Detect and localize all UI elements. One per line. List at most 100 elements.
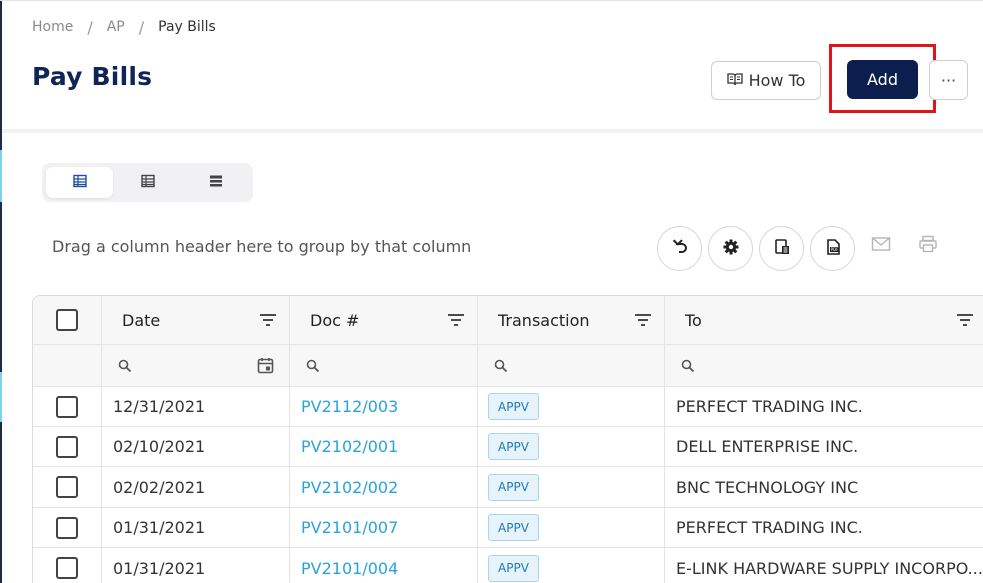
filter-icon[interactable] <box>259 313 277 327</box>
table-row[interactable]: 02/10/2021 PV2102/001 APPV DELL ENTERPRI… <box>33 427 983 467</box>
transaction-cell: APPV <box>478 427 665 466</box>
breadcrumb-ap[interactable]: AP <box>107 19 125 35</box>
column-header-date[interactable]: Date <box>102 296 290 344</box>
date-value: 02/10/2021 <box>113 437 206 456</box>
group-by-hint: Drag a column header here to group by th… <box>52 237 472 256</box>
doc-cell: PV2102/002 <box>290 467 478 507</box>
top-border <box>0 0 983 1</box>
column-header-doc[interactable]: Doc # <box>290 296 478 344</box>
doc-link[interactable]: PV2102/001 <box>290 437 398 456</box>
email-icon <box>871 235 891 257</box>
transaction-cell: APPV <box>478 387 665 426</box>
view-mode-large-button[interactable] <box>46 167 113 198</box>
date-cell: 12/31/2021 <box>102 387 290 426</box>
doc-cell: PV2112/003 <box>290 387 478 426</box>
how-to-label: How To <box>748 71 806 90</box>
transaction-cell: APPV <box>478 508 665 547</box>
table-row[interactable]: 02/02/2021 PV2102/002 APPV BNC TECHNOLOG… <box>33 467 983 508</box>
status-badge: APPV <box>488 514 539 541</box>
to-value: BNC TECHNOLOGY INC <box>676 477 859 497</box>
breadcrumb-home[interactable]: Home <box>32 19 73 35</box>
breadcrumb-separator: / <box>87 17 93 37</box>
grid-header-row: Date Doc # Transaction To <box>33 296 983 345</box>
row-checkbox[interactable] <box>56 557 78 579</box>
status-badge: APPV <box>488 473 539 501</box>
date-filter-input[interactable] <box>102 345 290 386</box>
bills-grid: Date Doc # Transaction To 12/31/2021 PV2… <box>32 295 983 583</box>
to-value: DELL ENTERPRISE INC. <box>676 437 859 456</box>
search-icon <box>306 359 320 373</box>
filter-icon[interactable] <box>956 313 974 327</box>
add-button[interactable]: Add <box>847 60 918 99</box>
view-mode-compact-button[interactable] <box>182 167 249 198</box>
to-cell: BNC TECHNOLOGY INC <box>665 467 983 507</box>
transaction-cell: APPV <box>478 548 665 583</box>
breadcrumb-current: Pay Bills <box>158 19 216 35</box>
row-checkbox[interactable] <box>56 435 78 458</box>
doc-link[interactable]: PV2101/007 <box>290 518 398 537</box>
doc-link[interactable]: PV2102/002 <box>290 478 398 497</box>
table-row[interactable]: 01/31/2021 PV2101/004 APPV E-LINK HARDWA… <box>33 548 983 583</box>
grid-settings-button[interactable] <box>708 226 753 271</box>
transaction-cell: APPV <box>478 467 665 507</box>
doc-cell: PV2102/001 <box>290 427 478 466</box>
svg-text:PDF: PDF <box>830 247 838 252</box>
to-cell: PERFECT TRADING INC. <box>665 387 983 426</box>
breadcrumb: Home / AP / Pay Bills <box>32 17 216 37</box>
row-select-cell <box>33 548 102 583</box>
export-pdf-button[interactable]: PDF <box>810 226 855 271</box>
to-value: E-LINK HARDWARE SUPPLY INCORPO... <box>676 558 983 578</box>
row-checkbox[interactable] <box>56 395 78 418</box>
header-divider <box>2 129 983 133</box>
print-button[interactable] <box>917 235 939 257</box>
table-medium-icon <box>140 173 155 192</box>
to-cell: DELL ENTERPRISE INC. <box>665 427 983 466</box>
calendar-icon[interactable] <box>257 357 274 374</box>
to-cell: E-LINK HARDWARE SUPPLY INCORPO... <box>665 548 983 583</box>
date-value: 01/31/2021 <box>113 518 206 537</box>
doc-link[interactable]: PV2101/004 <box>290 559 398 578</box>
export-excel-button[interactable] <box>759 226 804 271</box>
select-all-checkbox[interactable] <box>56 309 78 331</box>
view-mode-toggle <box>42 163 253 202</box>
breadcrumb-separator: / <box>138 17 145 37</box>
row-checkbox[interactable] <box>56 516 78 539</box>
row-select-cell <box>33 508 102 547</box>
column-label: Doc # <box>310 310 360 330</box>
table-row[interactable]: 12/31/2021 PV2112/003 APPV PERFECT TRADI… <box>33 387 983 427</box>
date-value: 02/02/2021 <box>113 477 206 497</box>
column-label: Date <box>122 310 161 330</box>
print-icon <box>918 235 938 257</box>
table-compact-icon <box>209 173 223 192</box>
column-header-to[interactable]: To <box>665 296 983 344</box>
settings-icon <box>722 238 740 260</box>
row-select-cell <box>33 427 102 466</box>
filter-icon[interactable] <box>447 313 465 327</box>
email-button[interactable] <box>870 236 892 256</box>
export-pdf-icon: PDF <box>824 238 842 260</box>
status-badge: APPV <box>488 554 539 582</box>
row-checkbox[interactable] <box>56 476 78 498</box>
how-to-button[interactable]: How To <box>711 61 821 100</box>
doc-cell: PV2101/007 <box>290 508 478 547</box>
edge-accent <box>0 372 2 422</box>
date-value: 01/31/2021 <box>113 558 206 578</box>
to-value: PERFECT TRADING INC. <box>676 518 863 537</box>
grid-filter-row <box>33 345 983 387</box>
to-filter-input[interactable] <box>665 345 983 386</box>
date-cell: 02/02/2021 <box>102 467 290 507</box>
table-row[interactable]: 01/31/2021 PV2101/007 APPV PERFECT TRADI… <box>33 508 983 548</box>
to-value: PERFECT TRADING INC. <box>676 397 863 416</box>
column-label: To <box>685 310 702 330</box>
search-icon <box>494 359 508 373</box>
select-all-cell <box>33 296 102 344</box>
more-options-button[interactable]: ··· <box>929 60 968 100</box>
doc-filter-input[interactable] <box>290 345 478 386</box>
transaction-filter-input[interactable] <box>478 345 665 386</box>
filter-icon[interactable] <box>634 313 652 327</box>
undo-button[interactable] <box>657 226 702 271</box>
view-mode-medium-button[interactable] <box>114 167 181 198</box>
doc-cell: PV2101/004 <box>290 548 478 583</box>
column-header-transaction[interactable]: Transaction <box>478 296 665 344</box>
doc-link[interactable]: PV2112/003 <box>290 397 398 416</box>
